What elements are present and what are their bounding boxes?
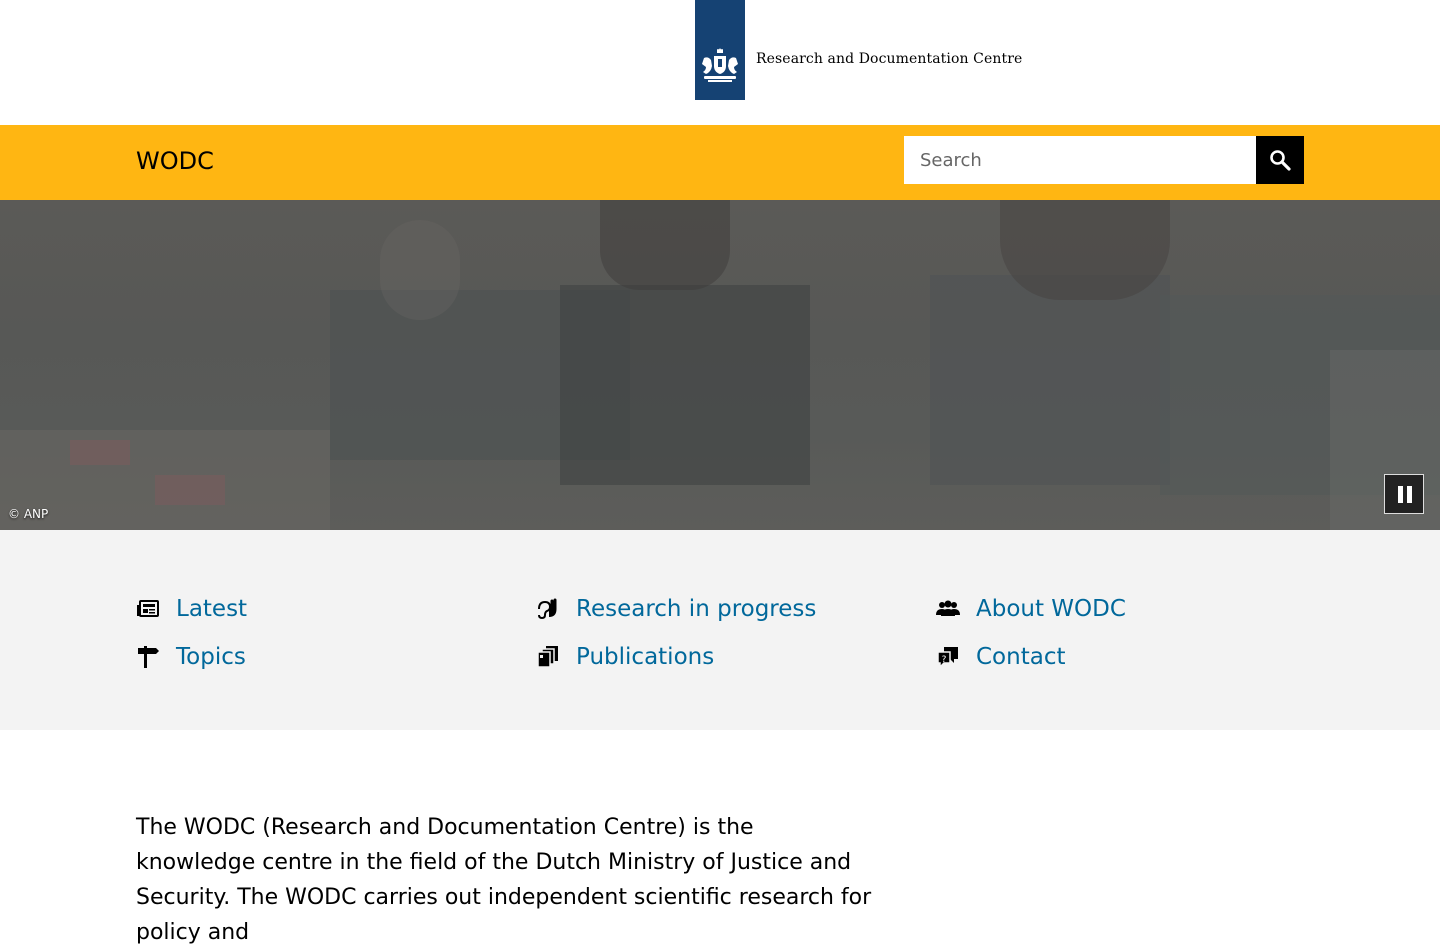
quicklink-label: Latest: [176, 596, 248, 622]
search-icon: [1270, 150, 1291, 171]
hero-photo-shape: [380, 220, 460, 320]
pause-button[interactable]: [1384, 474, 1424, 514]
site-title-link[interactable]: WODC: [136, 147, 214, 175]
logo-block: [695, 0, 745, 100]
coat-of-arms-icon: [702, 48, 738, 82]
hero-photo-shape: [155, 475, 225, 505]
hero-photo-shape: [930, 275, 1170, 485]
quicklink-label: About WODC: [976, 596, 1126, 622]
hand-ear-icon: [538, 598, 557, 620]
chat-question-icon: ?: [937, 647, 958, 669]
hero-photo-shape: [560, 285, 810, 485]
search-input[interactable]: [904, 136, 1256, 184]
quicklinks-section: Latest Research in progress About WODC T…: [0, 530, 1440, 730]
hero-image: [0, 200, 1440, 530]
quicklink-label: Research in progress: [576, 596, 817, 622]
quicklink-label: Topics: [176, 644, 246, 670]
svg-text:?: ?: [942, 655, 947, 665]
image-credit: © ANP: [8, 507, 49, 521]
quicklink-label: Publications: [576, 644, 715, 670]
quicklink-label: Contact: [976, 644, 1066, 670]
intro-paragraph: The WODC (Research and Documentation Cen…: [136, 815, 872, 945]
site-header: Research and Documentation Centre: [0, 0, 1440, 125]
signpost-icon: [138, 646, 159, 668]
logo-text: Research and Documentation Centre: [756, 51, 1023, 67]
newspaper-icon: [137, 600, 159, 617]
documents-icon: [537, 646, 558, 668]
search-button[interactable]: [1256, 136, 1304, 184]
people-icon: [936, 600, 960, 616]
hero-photo-shape: [70, 440, 130, 465]
hero-photo-shape: [1000, 200, 1170, 300]
hero-photo-shape: [600, 200, 730, 290]
